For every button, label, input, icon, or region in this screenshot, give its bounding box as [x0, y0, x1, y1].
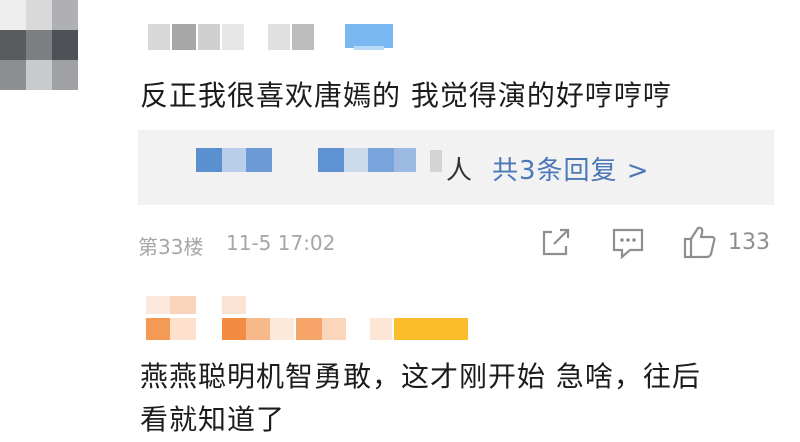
comment-text-line2: 看就知道了: [140, 403, 286, 436]
view-replies-link[interactable]: 共3条回复 >: [492, 150, 650, 187]
comment-text-line1: 燕燕聪明机智勇敢，这才刚开始 急啥，往后: [140, 360, 701, 393]
avatar[interactable]: [0, 0, 78, 168]
timestamp: 11-5 17:02: [226, 231, 336, 255]
comment-text: 反正我很喜欢唐嫣的 我觉得演的好哼哼哼: [140, 79, 672, 112]
reply-preview-text: 人: [446, 156, 473, 186]
thumbs-up-icon[interactable]: [682, 224, 718, 260]
share-icon[interactable]: [538, 226, 574, 258]
comment-icon[interactable]: [610, 226, 646, 260]
floor-number: 第33楼: [138, 235, 204, 259]
like-count: 133: [728, 230, 770, 255]
